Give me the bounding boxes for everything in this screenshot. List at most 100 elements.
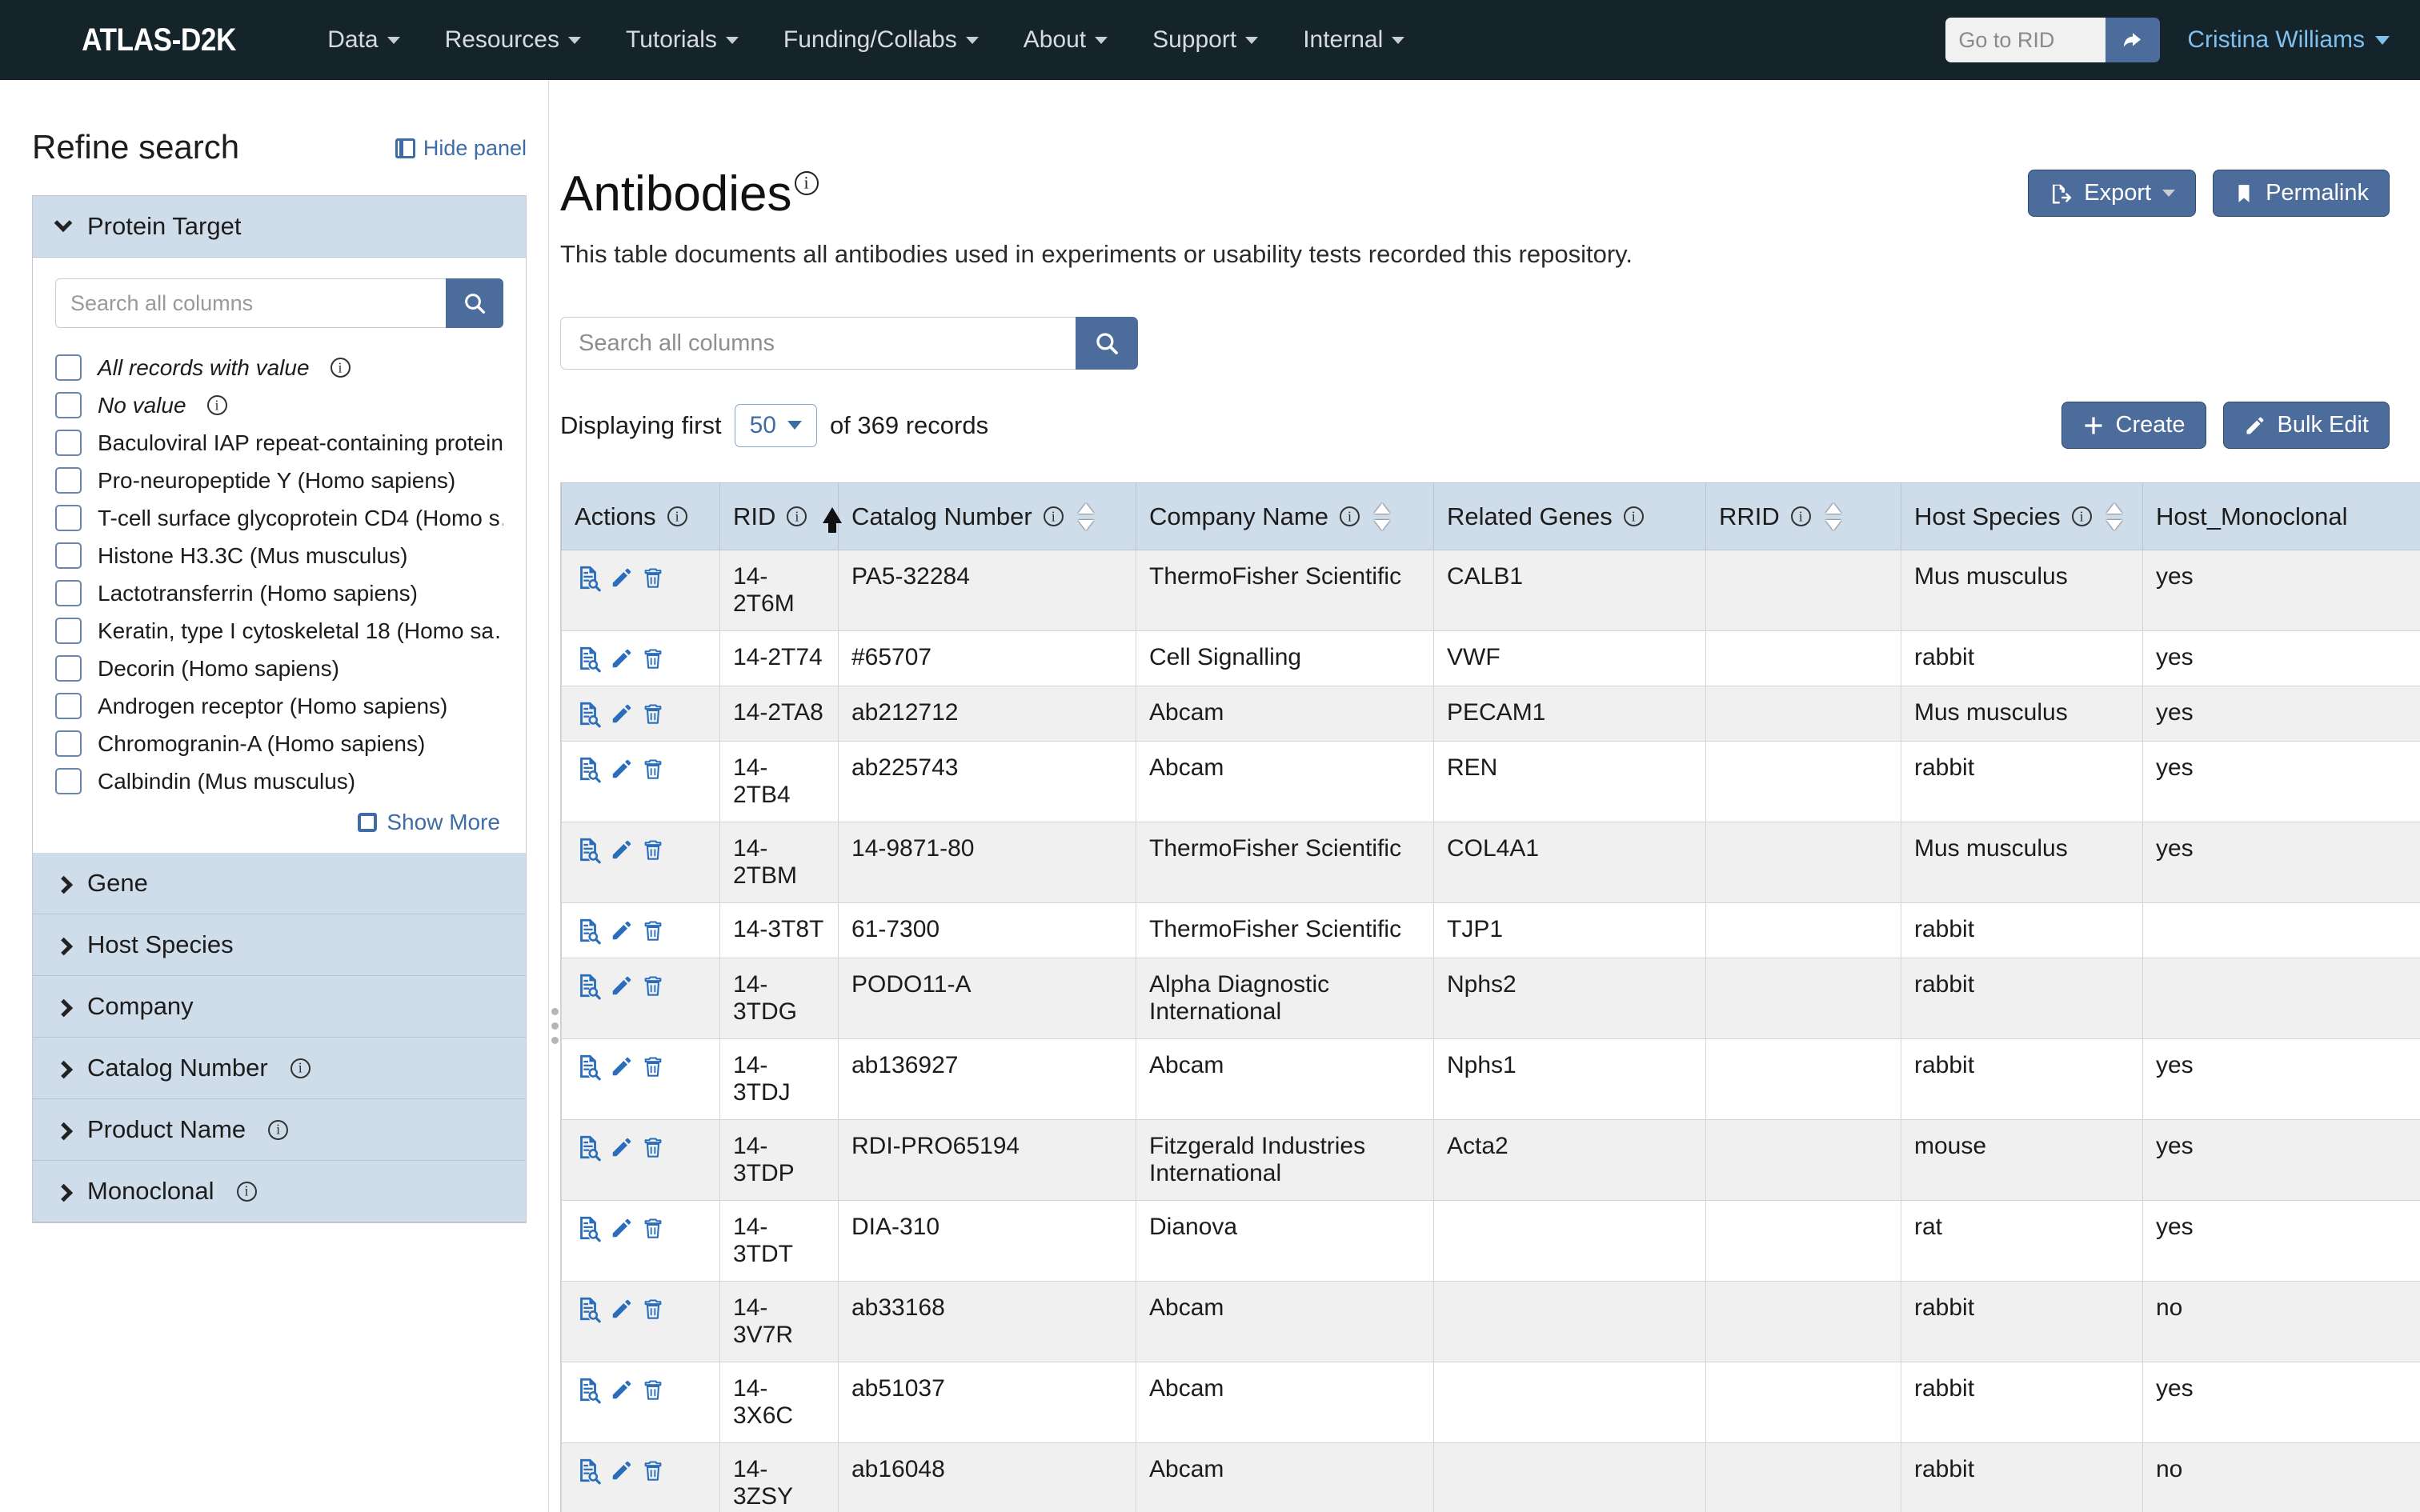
delete-icon[interactable] [642, 1214, 664, 1242]
facet-option[interactable]: Pro-neuropeptide Y (Homo sapiens) [55, 462, 503, 499]
nav-item-tutorials[interactable]: Tutorials [603, 26, 761, 54]
column-header-rid[interactable]: RID [719, 482, 843, 550]
facet-option[interactable]: Lactotransferrin (Homo sapiens) [55, 574, 503, 612]
go-to-rid-input[interactable] [1945, 18, 2106, 62]
table-row[interactable]: 14-3TDP RDI-PRO65194 Fitzgerald Industries… [561, 1119, 2420, 1201]
edit-icon[interactable] [610, 835, 634, 864]
edit-icon[interactable] [610, 644, 634, 673]
nav-item-data[interactable]: Data [305, 26, 422, 54]
delete-icon[interactable] [642, 971, 664, 1000]
table-row[interactable]: 14-3TDG PODO11-A Alpha Diagnostic Internat… [561, 958, 2420, 1039]
records-table-container[interactable]: Actions RID Catalog Number Company Name Rela… [560, 482, 2420, 1512]
facet-option[interactable]: All records with value [55, 349, 503, 386]
edit-icon[interactable] [610, 1133, 634, 1162]
brand-logo[interactable]: ATLAS-D2K [0, 22, 268, 58]
info-icon[interactable] [1339, 506, 1360, 526]
info-icon[interactable] [1790, 506, 1811, 526]
sort-toggle-icon[interactable] [1374, 503, 1390, 530]
view-details-icon[interactable] [575, 1052, 602, 1081]
column-header-company-name[interactable]: Company Name [1136, 482, 1434, 550]
info-icon[interactable] [1623, 506, 1644, 526]
facet-option[interactable]: Keratin, type I cytoskeletal 18 (Homo sa… [55, 612, 503, 650]
facet-option[interactable]: Decorin (Homo sapiens) [55, 650, 503, 687]
delete-icon[interactable] [642, 563, 664, 592]
facet-header-gene[interactable]: Gene [33, 853, 526, 914]
facet-option-checkbox[interactable] [55, 505, 82, 531]
info-icon[interactable] [290, 1058, 311, 1078]
delete-icon[interactable] [642, 699, 664, 728]
facet-option[interactable]: Chromogranin-A (Homo sapiens) [55, 725, 503, 762]
table-row[interactable]: 14-2TBM 14-9871-80 ThermoFisher Scientific… [561, 822, 2420, 903]
nav-item-about[interactable]: About [1001, 26, 1130, 54]
table-row[interactable]: 14-3V7R ab33168 Abcam rabbit no [561, 1281, 2420, 1362]
view-details-icon[interactable] [575, 1214, 602, 1242]
nav-item-resources[interactable]: Resources [423, 26, 603, 54]
table-row[interactable]: 14-2T6M PA5-32284 ThermoFisher Scientific C… [561, 550, 2420, 631]
facet-header-product-name[interactable]: Product Name [33, 1099, 526, 1161]
user-menu[interactable]: Cristina Williams [2187, 26, 2390, 54]
sort-toggle-icon[interactable] [1825, 503, 1841, 530]
facet-header-company[interactable]: Company [33, 976, 526, 1038]
view-details-icon[interactable] [575, 1456, 602, 1485]
facet-option-checkbox[interactable] [55, 768, 82, 794]
delete-icon[interactable] [642, 916, 664, 945]
facet-option-checkbox[interactable] [55, 618, 82, 644]
facet-option[interactable]: Calbindin (Mus musculus) [55, 762, 503, 800]
edit-icon[interactable] [610, 1375, 634, 1404]
info-icon[interactable] [1043, 506, 1064, 526]
facet-search-input[interactable] [55, 278, 446, 328]
edit-icon[interactable] [610, 563, 634, 592]
info-icon[interactable] [268, 1119, 289, 1140]
delete-icon[interactable] [642, 1133, 664, 1162]
view-details-icon[interactable] [575, 971, 602, 1000]
table-row[interactable]: 14-3ZSY ab16048 Abcam rabbit no [561, 1442, 2420, 1512]
facet-option[interactable]: Baculoviral IAP repeat-containing protei… [55, 424, 503, 462]
column-header-catalog-number[interactable]: Catalog Number [838, 482, 1136, 550]
facet-header-monoclonal[interactable]: Monoclonal [33, 1161, 526, 1222]
info-icon[interactable] [2071, 506, 2092, 526]
search-button[interactable] [1076, 317, 1138, 370]
table-row[interactable]: 14-3T8T 61-7300 ThermoFisher Scientific TJP… [561, 902, 2420, 958]
edit-icon[interactable] [610, 1214, 634, 1242]
edit-icon[interactable] [610, 916, 634, 945]
facet-header-host-species[interactable]: Host Species [33, 914, 526, 976]
facet-option[interactable]: T-cell surface glycoprotein CD4 (Homo s… [55, 499, 503, 537]
nav-item-support[interactable]: Support [1130, 26, 1280, 54]
column-header-rrid[interactable]: RRID [1705, 482, 1901, 550]
view-details-icon[interactable] [575, 644, 602, 673]
sort-toggle-icon[interactable] [2106, 503, 2122, 530]
page-size-select[interactable]: 50 [734, 403, 817, 447]
facet-option[interactable]: No value [55, 386, 503, 424]
edit-icon[interactable] [610, 699, 634, 728]
column-header-host-species[interactable]: Host Species [1901, 482, 2143, 550]
nav-item-internal[interactable]: Internal [1280, 26, 1427, 54]
table-row[interactable]: 14-3TDJ ab136927 Abcam Nphs1 rabbit yes [561, 1038, 2420, 1120]
delete-icon[interactable] [642, 1375, 664, 1404]
view-details-icon[interactable] [575, 1375, 602, 1404]
view-details-icon[interactable] [575, 1294, 602, 1323]
view-details-icon[interactable] [575, 835, 602, 864]
facet-option[interactable]: Androgen receptor (Homo sapiens) [55, 687, 503, 725]
edit-icon[interactable] [610, 1052, 634, 1081]
view-details-icon[interactable] [575, 563, 602, 592]
view-details-icon[interactable] [575, 1133, 602, 1162]
facet-option-checkbox[interactable] [55, 467, 82, 494]
edit-icon[interactable] [610, 1294, 634, 1323]
table-row[interactable]: 14-2TA8 ab212712 Abcam PECAM1 Mus musculus ye… [561, 686, 2420, 742]
info-icon[interactable] [787, 506, 807, 526]
info-icon[interactable] [794, 171, 819, 195]
show-more-button[interactable]: Show More [55, 800, 503, 838]
facet-option-checkbox[interactable] [55, 430, 82, 456]
export-button[interactable]: Export [2028, 170, 2197, 217]
edit-icon[interactable] [610, 754, 634, 783]
table-row[interactable]: 14-2T74 #65707 Cell Signalling VWF rabbit yes [561, 630, 2420, 686]
facet-option-checkbox[interactable] [55, 693, 82, 719]
facet-header-catalog-number[interactable]: Catalog Number [33, 1038, 526, 1099]
hide-panel-button[interactable]: Hide panel [395, 136, 527, 161]
facet-option-checkbox[interactable] [55, 580, 82, 606]
delete-icon[interactable] [642, 1052, 664, 1081]
create-button[interactable]: Create [2061, 402, 2206, 449]
facet-option[interactable]: Histone H3.3C (Mus musculus) [55, 537, 503, 574]
edit-icon[interactable] [610, 1456, 634, 1485]
column-header-related-genes[interactable]: Related Genes [1433, 482, 1706, 550]
